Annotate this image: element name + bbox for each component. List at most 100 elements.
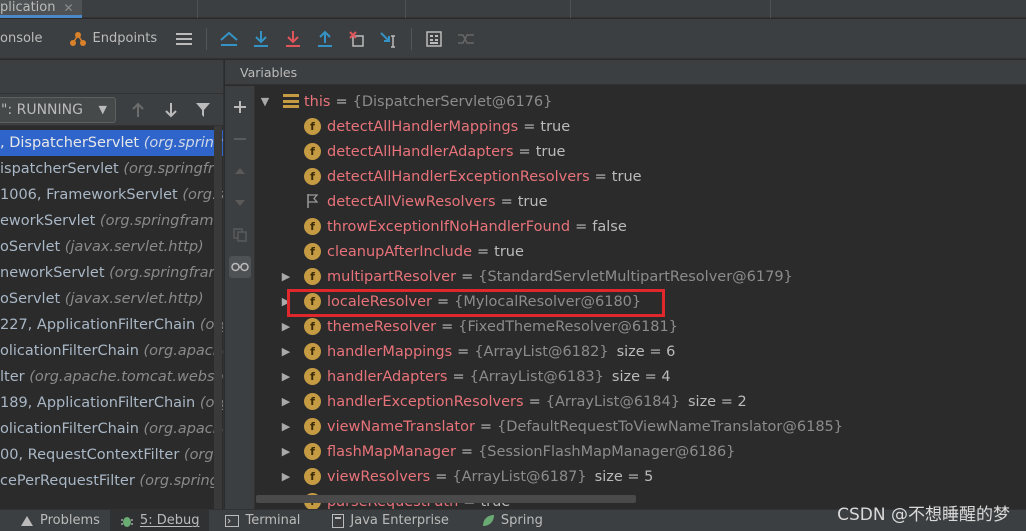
variable-name: handlerAdapters (327, 368, 448, 385)
frame-item[interactable]: 227, ApplicationFilterChain (org (0, 312, 223, 338)
debug-tab[interactable]: 5: Debug (109, 509, 210, 531)
run-to-cursor-icon[interactable] (378, 28, 400, 50)
variable-row[interactable]: ▶ f handlerAdapters = {ArrayList@6183} size =… (256, 364, 1026, 389)
frame-item[interactable]: oServlet (javax.servlet.http) (0, 286, 223, 312)
frame-method: olicationFilterChain (0, 343, 144, 359)
expand-arrow-icon[interactable]: ▶ (280, 270, 292, 283)
variable-label: viewResolvers = {ArrayList@6187} size = 5 (327, 469, 653, 485)
copy-icon[interactable] (229, 224, 251, 246)
frame-item[interactable]: eworkServlet (org.springframe (0, 208, 223, 234)
frame-item[interactable]: neworkServlet (org.springframe (0, 260, 223, 286)
equals-sign: = (594, 168, 607, 185)
spring-tab-label: Spring (500, 513, 543, 528)
variable-row[interactable]: ▶ f multipartResolver = {StandardServletMult… (256, 264, 1026, 289)
glasses-icon[interactable] (229, 256, 251, 278)
field-icon: f (304, 268, 321, 285)
variable-row[interactable]: ▶ f themeResolver = {FixedThemeResolver@6181… (256, 314, 1026, 339)
frame-item[interactable]: 1006, FrameworkServlet (org.s (0, 182, 223, 208)
move-up-icon[interactable] (229, 160, 251, 182)
frame-item[interactable]: olicationFilterChain (org.apache (0, 416, 223, 442)
expand-arrow-icon[interactable]: ▶ (280, 320, 292, 333)
arrow-down-icon[interactable] (164, 102, 178, 122)
frame-item[interactable]: 00, RequestContextFilter (org. (0, 442, 223, 468)
variable-row[interactable]: f detectAllHandlerExceptionResolvers = true (256, 164, 1026, 189)
frame-item[interactable]: cePerRequestFilter (org.spring (0, 468, 223, 494)
spring-leaf-icon (481, 514, 495, 528)
spring-tab[interactable]: Spring (471, 510, 553, 531)
java-enterprise-tab[interactable]: Java Enterprise (322, 510, 458, 531)
frames-scrollbar[interactable] (214, 126, 222, 509)
java-enterprise-icon (332, 513, 345, 528)
console-tab[interactable]: onsole (0, 31, 43, 46)
frame-method: , DispatcherServlet (0, 135, 144, 151)
close-icon[interactable]: ✕ (64, 1, 74, 15)
arrow-up-icon[interactable] (131, 102, 145, 122)
frame-class: (javax.servlet.http) (64, 291, 204, 307)
menu-icon[interactable] (173, 28, 195, 50)
variable-row[interactable]: f cleanupAfterInclude = true (256, 239, 1026, 264)
variable-row[interactable]: ▶ f handlerMappings = {ArrayList@6182} size =… (256, 339, 1026, 364)
expand-arrow-icon[interactable]: ▶ (280, 345, 292, 358)
frame-method: eworkServlet (0, 213, 100, 229)
variable-value: {DispatcherServlet@6176} (352, 93, 553, 110)
show-execution-point-icon[interactable] (218, 28, 240, 50)
frame-method: cePerRequestFilter (0, 473, 140, 489)
expand-arrow-icon[interactable]: ▶ (280, 445, 292, 458)
frame-item[interactable]: , DispatcherServlet (org.spring (0, 130, 223, 156)
thread-select[interactable]: ": RUNNING ▼ (0, 97, 116, 123)
add-icon[interactable] (229, 96, 251, 118)
expanded-arrow-icon[interactable]: ▼ (259, 95, 271, 108)
variable-name: viewNameTranslator (327, 418, 475, 435)
frame-item[interactable]: lter (org.apache.tomcat.webso (0, 364, 223, 390)
problems-tab[interactable]: Problems (0, 510, 110, 531)
variable-row[interactable]: ▶ f handlerExceptionResolvers = {ArrayList@6… (256, 389, 1026, 414)
expand-arrow-icon[interactable]: ▶ (280, 470, 292, 483)
frame-item[interactable]: ispatcherServlet (org.springfra (0, 156, 223, 182)
frame-item[interactable]: olicationFilterChain (org.apache (0, 338, 223, 364)
frame-method: 00, RequestContextFilter (0, 447, 184, 463)
thread-selector-row: ": RUNNING ▼ (0, 94, 223, 126)
remove-icon[interactable] (229, 128, 251, 150)
frame-item[interactable]: 189, ApplicationFilterChain (org (0, 390, 223, 416)
variable-row[interactable]: ▶ f flashMapManager = {SessionFlashMapManage… (256, 439, 1026, 464)
filter-icon[interactable] (195, 102, 211, 122)
step-over-icon[interactable] (250, 28, 272, 50)
variable-name: detectAllHandlerAdapters (327, 143, 514, 160)
variable-row[interactable]: f detectAllHandlerMappings = true (256, 114, 1026, 139)
variable-row[interactable]: detectAllViewResolvers = true (256, 189, 1026, 214)
step-out-icon[interactable] (314, 28, 336, 50)
variable-ref: {ArrayList@6183} (469, 368, 604, 385)
expand-arrow-icon[interactable]: ▶ (280, 420, 292, 433)
frame-item[interactable]: oServlet (javax.servlet.http) (0, 234, 223, 260)
field-icon: f (304, 243, 321, 260)
tab-divider (770, 0, 771, 18)
expand-arrow-icon[interactable]: ▶ (280, 395, 292, 408)
tab-application[interactable]: plication ✕ (0, 0, 82, 18)
field-icon: f (304, 318, 321, 335)
variable-row[interactable]: ▶ f viewResolvers = {ArrayList@6187} size = 5 (256, 464, 1026, 489)
evaluate-expression-icon[interactable] (423, 28, 445, 50)
variable-row-this[interactable]: ▼ this = {DispatcherServlet@6176} (256, 89, 1026, 114)
force-step-into-icon[interactable] (282, 28, 304, 50)
variable-label: handlerAdapters = {ArrayList@6183} size = 4 (327, 369, 671, 385)
frame-class: (org.spring (139, 473, 219, 489)
variable-row[interactable]: f detectAllHandlerAdapters = true (256, 139, 1026, 164)
flag-icon (306, 193, 320, 213)
terminal-tab[interactable]: Terminal (215, 510, 310, 531)
variable-value: true (517, 193, 548, 210)
variable-row[interactable]: f throwExceptionIfNoHandlerFound = false (256, 214, 1026, 239)
debug-toolbar: onsole Endpoints (0, 19, 1026, 59)
this-object-icon (283, 94, 299, 108)
trace-stream-icon[interactable] (455, 28, 477, 50)
variables-horizontal-scrollbar[interactable] (256, 495, 636, 503)
variable-name: flashMapManager (327, 443, 456, 460)
frame-method: neworkServlet (0, 265, 110, 281)
drop-frame-icon[interactable] (346, 28, 368, 50)
variable-value: true (535, 143, 566, 160)
move-down-icon[interactable] (229, 192, 251, 214)
variable-row[interactable]: ▶ f viewNameTranslator = {DefaultRequestToVi… (256, 414, 1026, 439)
expand-arrow-icon[interactable]: ▶ (280, 370, 292, 383)
variable-ref: {ArrayList@6182} (474, 343, 609, 360)
variable-label: detectAllHandlerMappings = true (327, 119, 570, 135)
endpoints-tab[interactable]: Endpoints (69, 31, 157, 47)
